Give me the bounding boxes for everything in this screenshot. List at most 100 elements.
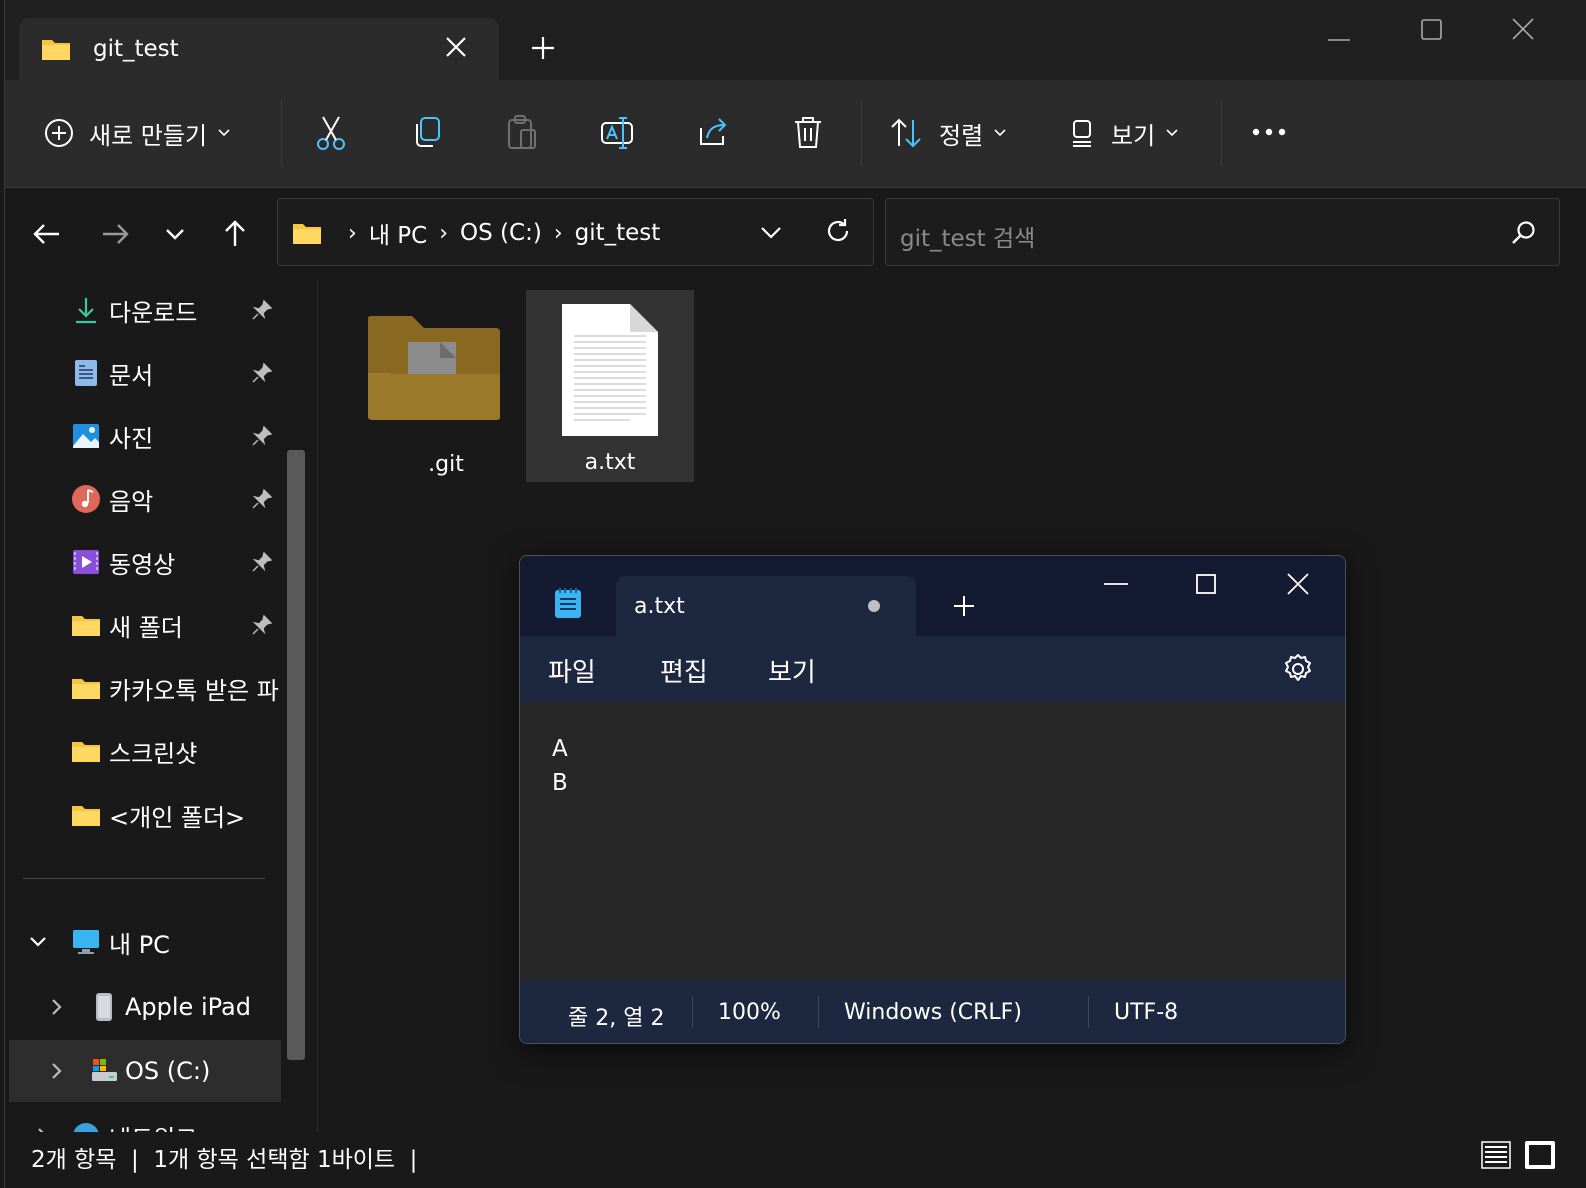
paste-icon[interactable] <box>505 114 539 152</box>
breadcrumb-item[interactable]: git_test <box>575 220 661 246</box>
breadcrumb-item[interactable]: 내 PC <box>369 216 427 250</box>
pin-icon[interactable] <box>251 614 273 636</box>
pin-icon[interactable] <box>251 488 273 510</box>
notepad-tab-label: a.txt <box>634 594 685 619</box>
unsaved-indicator-icon[interactable] <box>868 600 880 612</box>
pin-icon[interactable] <box>251 299 273 321</box>
sidebar-item-this-pc[interactable]: 내 PC <box>5 914 283 970</box>
sidebar-item-label: <개인 폴더> <box>109 803 246 832</box>
recent-locations-icon[interactable] <box>157 216 193 252</box>
pin-icon[interactable] <box>251 362 273 384</box>
sidebar-item-pictures[interactable]: 사진 <box>5 408 283 464</box>
file-item-label: a.txt <box>584 450 636 475</box>
line-ending[interactable]: Windows (CRLF) <box>844 1000 1022 1025</box>
status-separator <box>692 996 693 1028</box>
command-separator <box>1221 100 1222 166</box>
sidebar-item-network[interactable]: 네트워크 <box>5 1108 283 1132</box>
sidebar-item-label: 스크린샷 <box>109 739 198 768</box>
delete-icon[interactable] <box>791 114 825 150</box>
view-button[interactable]: 보기 <box>1069 106 1179 160</box>
sidebar-item-label: 동영상 <box>109 550 176 579</box>
search-icon <box>1512 221 1535 244</box>
chevron-right-icon[interactable] <box>45 1060 67 1082</box>
notepad-text-area[interactable]: A B <box>520 702 1345 980</box>
encoding[interactable]: UTF-8 <box>1114 1000 1178 1025</box>
new-button[interactable]: 새로 만들기 <box>43 106 231 160</box>
zoom-level[interactable]: 100% <box>718 1000 781 1025</box>
details-view-icon[interactable] <box>1479 1138 1513 1172</box>
status-bar: 2개 항목 | 1개 항목 선택함 1바이트 | <box>5 1132 1586 1188</box>
search-input[interactable]: git_test 검색 <box>900 219 1035 253</box>
sidebar-item-downloads[interactable]: 다운로드 <box>5 282 283 338</box>
chevron-down-icon[interactable] <box>758 219 784 245</box>
chevron-down-icon[interactable] <box>27 931 49 953</box>
text-line: B <box>552 770 568 796</box>
sidebar-item-os-c[interactable]: OS (C:) <box>9 1040 281 1102</box>
gear-icon[interactable] <box>1281 652 1315 686</box>
notepad-menu-bar: 파일 편집 보기 <box>520 636 1345 702</box>
new-button-label: 새로 만들기 <box>89 121 208 150</box>
notepad-tab[interactable]: a.txt <box>616 576 916 636</box>
explorer-tab-label: git_test <box>93 36 179 62</box>
file-item-a-txt[interactable]: a.txt <box>526 290 694 482</box>
file-item-git[interactable]: .git <box>362 292 530 484</box>
sidebar-item-apple-ipad[interactable]: Apple iPad <box>5 979 283 1035</box>
more-icon[interactable] <box>1251 126 1287 138</box>
large-icons-view-icon[interactable] <box>1523 1138 1557 1172</box>
copy-icon[interactable] <box>411 116 443 150</box>
sort-button-label: 정렬 <box>939 121 984 150</box>
search-box[interactable]: git_test 검색 <box>885 198 1560 266</box>
pin-icon[interactable] <box>251 551 273 573</box>
address-bar[interactable]: › 내 PC › OS (C:) › git_test <box>277 198 874 266</box>
sidebar-item-documents[interactable]: 문서 <box>5 345 283 401</box>
minimize-icon[interactable] <box>1313 12 1363 52</box>
sidebar-item-label: OS (C:) <box>125 1057 211 1085</box>
sidebar-item-label: 다운로드 <box>109 298 198 327</box>
sidebar-item-kakaotalk[interactable]: 카카오톡 받은 파 <box>5 660 283 716</box>
folder-icon <box>72 679 100 699</box>
close-window-icon[interactable] <box>1278 570 1318 606</box>
menu-view[interactable]: 보기 <box>768 652 816 689</box>
maximize-icon[interactable] <box>1186 570 1226 606</box>
chevron-down-icon <box>218 129 230 137</box>
close-window-icon[interactable] <box>1499 12 1549 52</box>
sidebar-item-label: 사진 <box>109 424 154 453</box>
breadcrumb-item[interactable]: OS (C:) <box>460 220 542 246</box>
share-icon[interactable] <box>695 114 731 150</box>
menu-file[interactable]: 파일 <box>548 652 596 689</box>
back-icon[interactable] <box>29 216 65 252</box>
sidebar-item-label: 음악 <box>109 487 154 516</box>
file-item-label: .git <box>428 452 464 477</box>
sidebar-item-personal-folder[interactable]: <개인 폴더> <box>5 787 283 843</box>
up-icon[interactable] <box>217 216 253 252</box>
sidebar-item-screenshots[interactable]: 스크린샷 <box>5 723 283 779</box>
minimize-icon[interactable] <box>1096 570 1136 606</box>
music-icon <box>72 485 100 513</box>
close-tab-icon[interactable] <box>443 34 469 60</box>
sort-button[interactable]: 정렬 <box>889 106 1007 160</box>
add-tab-icon[interactable] <box>952 594 976 618</box>
folder-icon <box>368 316 500 420</box>
cut-icon[interactable] <box>315 114 347 152</box>
sidebar-divider <box>23 878 265 879</box>
sidebar-item-music[interactable]: 음악 <box>5 471 283 527</box>
sidebar-item-videos[interactable]: 동영상 <box>5 534 283 590</box>
menu-edit[interactable]: 편집 <box>660 652 708 689</box>
chevron-right-icon[interactable] <box>31 1125 53 1132</box>
add-tab-icon[interactable] <box>529 34 557 62</box>
sidebar-item-new-folder[interactable]: 새 폴더 <box>5 597 283 653</box>
refresh-icon[interactable] <box>824 217 852 245</box>
chevron-right-icon[interactable] <box>45 996 67 1018</box>
command-bar: 새로 만들기 정렬 보기 <box>5 80 1586 188</box>
sidebar-scrollbar[interactable] <box>287 450 305 1060</box>
status-separator <box>1088 996 1089 1028</box>
rename-icon[interactable] <box>599 114 637 152</box>
forward-icon[interactable] <box>97 216 133 252</box>
view-icon <box>1073 120 1091 147</box>
pin-icon[interactable] <box>251 425 273 447</box>
maximize-icon[interactable] <box>1407 12 1457 52</box>
download-icon <box>76 298 96 324</box>
notepad-icon <box>555 588 581 618</box>
explorer-tab[interactable]: git_test <box>19 18 499 80</box>
sidebar-item-label: 카카오톡 받은 파 <box>109 676 279 705</box>
